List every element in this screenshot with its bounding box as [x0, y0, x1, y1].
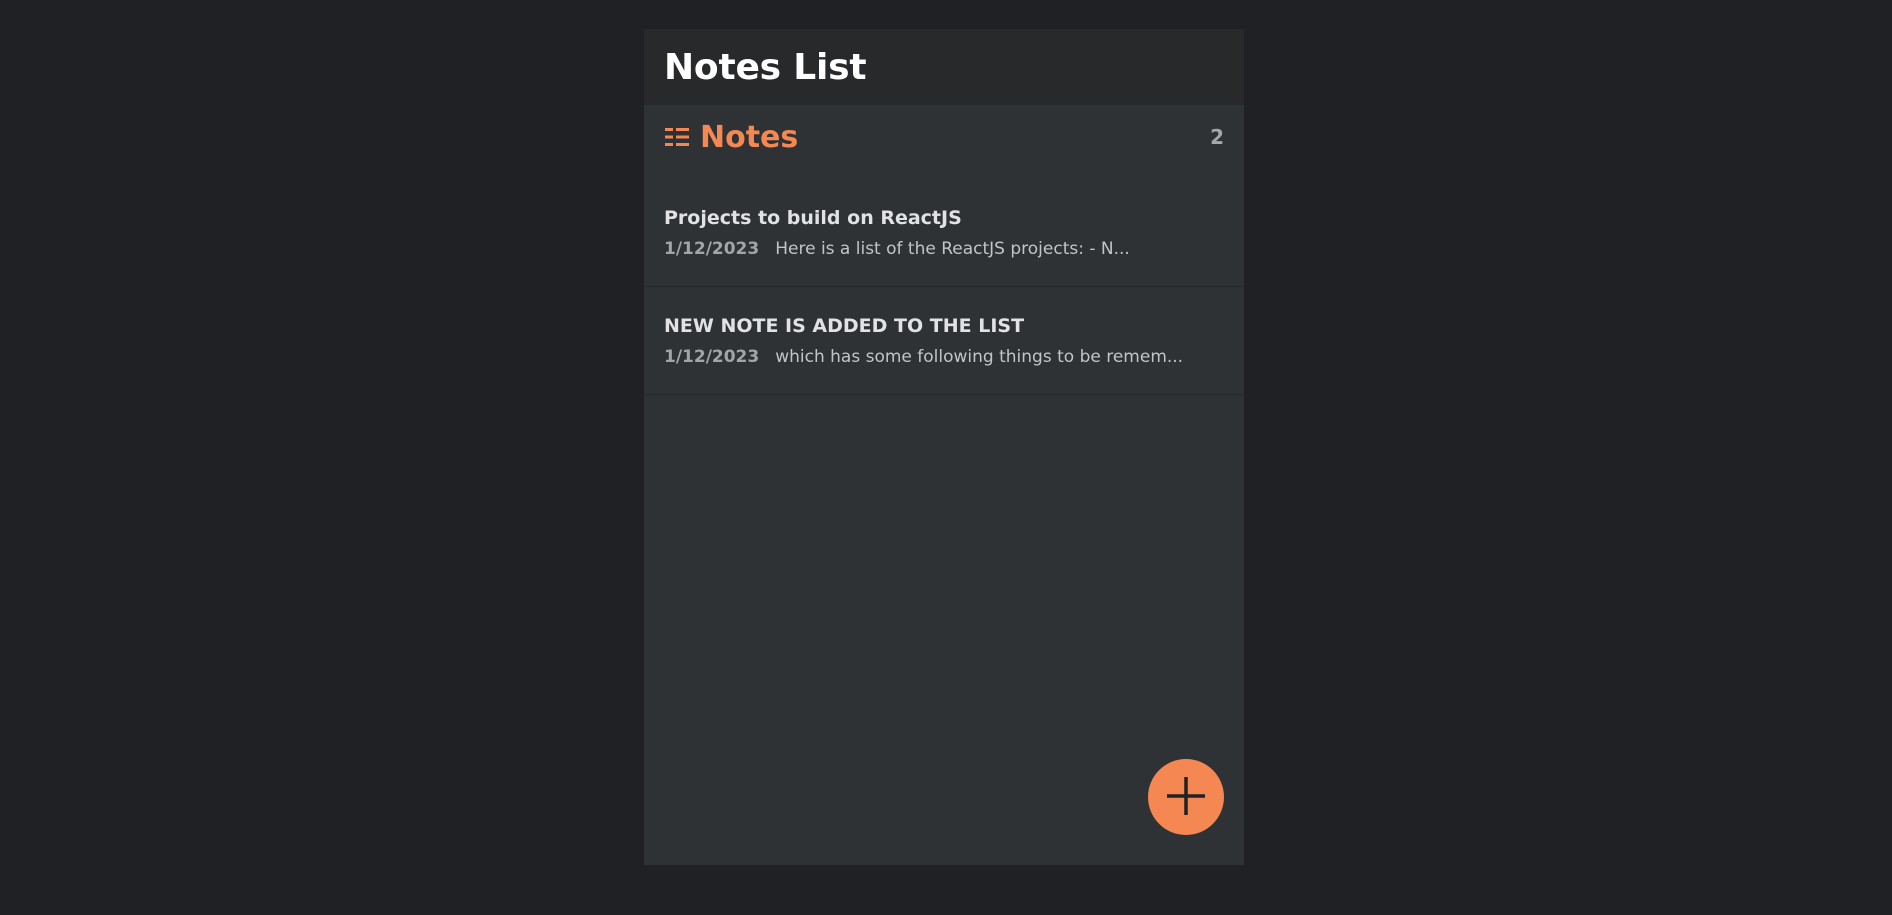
notes-heading: Notes [664, 120, 798, 155]
add-note-button[interactable] [1148, 759, 1224, 835]
notes-app: Notes List Notes 2 Projects to build on … [644, 29, 1244, 865]
app-header: Notes List [644, 29, 1244, 105]
note-title: Projects to build on ReactJS [664, 206, 962, 229]
list-item[interactable]: Projects to build on ReactJS 1/12/2023 H… [644, 179, 1244, 287]
note-title: NEW NOTE IS ADDED TO THE LIST [664, 314, 1025, 337]
note-meta: 1/12/2023 Here is a list of the ReactJS … [664, 239, 1224, 259]
notes-section-title: Notes [700, 119, 799, 155]
note-list: Projects to build on ReactJS 1/12/2023 H… [644, 179, 1244, 395]
list-item[interactable]: NEW NOTE IS ADDED TO THE LIST 1/12/2023 … [644, 287, 1244, 395]
note-preview: Here is a list of the ReactJS projects: … [775, 238, 1130, 259]
note-date: 1/12/2023 [664, 346, 760, 367]
plus-icon [1165, 775, 1207, 820]
note-preview: which has some following things to be re… [775, 346, 1184, 367]
notes-count-badge: 2 [1210, 125, 1224, 149]
page-title: Notes List [664, 46, 867, 88]
note-meta: 1/12/2023 which has some following thing… [664, 347, 1224, 367]
note-date: 1/12/2023 [664, 238, 760, 259]
notes-section-header: Notes 2 [644, 105, 1244, 169]
list-icon [664, 124, 690, 150]
